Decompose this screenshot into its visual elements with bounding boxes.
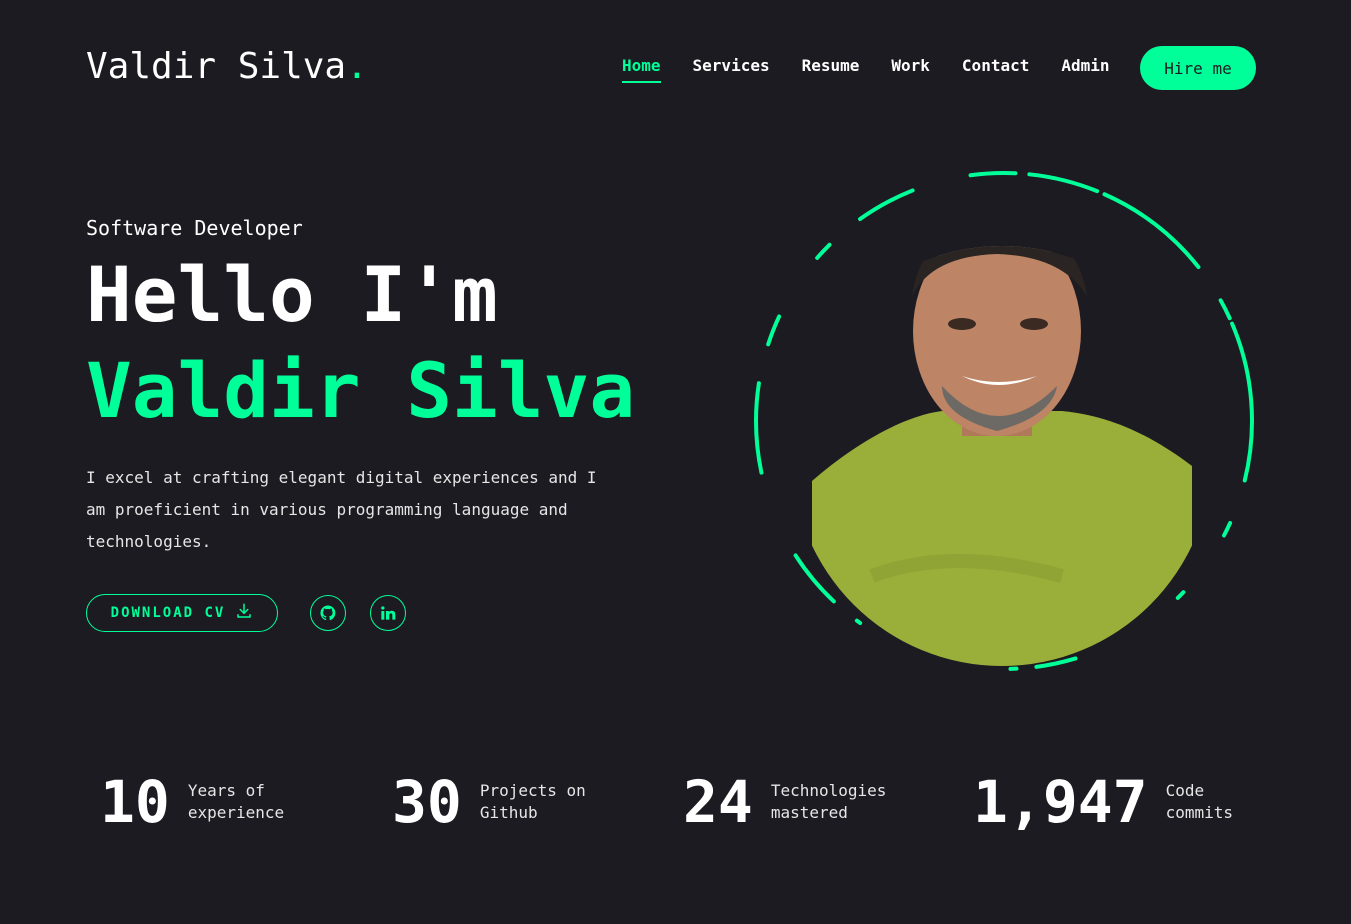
nav-resume[interactable]: Resume <box>802 56 860 83</box>
nav-contact[interactable]: Contact <box>962 56 1029 83</box>
hero-description: I excel at crafting elegant digital expe… <box>86 468 597 551</box>
portrait-photo <box>812 246 1192 666</box>
stat-value: 10 <box>100 768 170 836</box>
logo[interactable]: Valdir Silva. <box>86 46 368 87</box>
nav-admin[interactable]: Admin <box>1061 56 1109 83</box>
download-icon <box>235 602 253 624</box>
portrait-area <box>748 166 1260 678</box>
download-cv-button[interactable]: DOWNLOAD CV <box>86 594 278 632</box>
nav-work[interactable]: Work <box>891 56 930 83</box>
name-heading: Valdir Silva <box>86 346 636 435</box>
hire-me-button[interactable]: Hire me <box>1140 46 1256 90</box>
stat-projects: 30 Projects on Github <box>392 772 620 832</box>
nav-home[interactable]: Home <box>622 56 661 83</box>
stat-label: Years of experience <box>187 781 285 822</box>
stat-value: 24 <box>683 768 753 836</box>
stat-technologies: 24 Technologies mastered <box>683 772 911 832</box>
linkedin-icon[interactable] <box>370 595 406 631</box>
greeting-heading: Hello I'm <box>86 250 498 339</box>
stat-years: 10 Years of experience <box>100 772 328 832</box>
github-icon[interactable] <box>310 595 346 631</box>
logo-dot: . <box>346 46 368 87</box>
stat-value: 1,947 <box>973 768 1148 836</box>
main-nav: Home Services Resume Work Contact Admin <box>622 56 1142 83</box>
stat-label: Code commits <box>1165 781 1234 822</box>
role-subtitle: Software Developer <box>86 216 303 240</box>
stat-label: Projects on Github <box>479 781 586 822</box>
stat-commits: 1,947 Code commits <box>973 772 1256 832</box>
nav-services[interactable]: Services <box>693 56 770 83</box>
download-cv-label: DOWNLOAD CV <box>110 605 226 621</box>
stat-label: Technologies mastered <box>770 781 887 822</box>
logo-text: Valdir Silva <box>86 46 347 87</box>
stat-value: 30 <box>392 768 462 836</box>
